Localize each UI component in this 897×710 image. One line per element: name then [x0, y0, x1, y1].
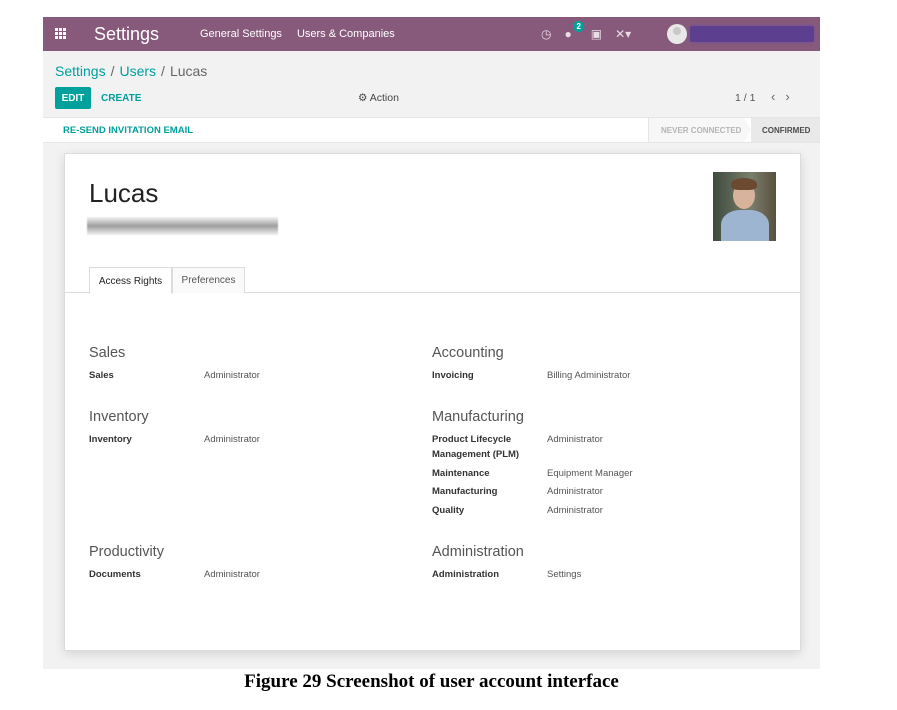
top-navbar: Settings General Settings Users & Compan… [43, 17, 820, 51]
field-label-quality: Quality [432, 505, 465, 516]
field-value-maintenance[interactable]: Equipment Manager [547, 468, 633, 479]
breadcrumb: Settings / Users / Lucas [55, 63, 208, 79]
field-value-sales[interactable]: Administrator [204, 370, 260, 381]
action-label: Action [369, 92, 399, 104]
apps-grid-icon[interactable] [55, 28, 68, 40]
group-title-inventory: Inventory [89, 409, 149, 425]
field-label-invoicing: Invoicing [432, 370, 474, 381]
breadcrumb-users[interactable]: Users [119, 63, 156, 79]
group-title-manufacturing: Manufacturing [432, 409, 524, 425]
user-photo[interactable] [713, 172, 776, 241]
field-label-maintenance: Maintenance [432, 468, 490, 479]
field-label-inventory: Inventory [89, 434, 132, 445]
menu-general-settings[interactable]: General Settings [200, 28, 282, 40]
form-tabs: Access Rights Preferences [65, 267, 800, 294]
chevron-right-icon[interactable]: › [785, 89, 789, 104]
figure-caption: Figure 29 Screenshot of user account int… [244, 671, 619, 692]
pager-arrows: ‹ › [771, 89, 790, 104]
menu-users-companies[interactable]: Users & Companies [297, 28, 395, 40]
action-dropdown[interactable]: ⚙ Action [358, 92, 399, 104]
edit-button[interactable]: EDIT [55, 87, 91, 109]
group-title-productivity: Productivity [89, 544, 164, 560]
gear-icon: ⚙ [358, 92, 370, 104]
stage-never-connected[interactable]: NEVER CONNECTED [648, 118, 744, 142]
field-value-documents[interactable]: Administrator [204, 569, 260, 580]
app-window: Settings General Settings Users & Compan… [43, 17, 820, 669]
form-statusbar: RE-SEND INVITATION EMAIL NEVER CONNECTED… [43, 117, 820, 143]
field-value-inventory[interactable]: Administrator [204, 434, 260, 445]
field-label-manufacturing: Manufacturing [432, 486, 498, 497]
app-title: Settings [94, 24, 160, 44]
field-label-administration: Administration [432, 569, 500, 580]
systray: ◷ ● 2 ▣ ✕▾ [541, 17, 644, 51]
resend-invitation-button[interactable]: RE-SEND INVITATION EMAIL [63, 125, 193, 136]
group-title-administration: Administration [432, 544, 524, 560]
field-label-documents: Documents [89, 569, 141, 580]
field-label-sales: Sales [89, 370, 114, 381]
chevron-left-icon[interactable]: ‹ [771, 89, 775, 104]
clock-icon[interactable]: ◷ [541, 27, 551, 41]
tab-preferences[interactable]: Preferences [172, 267, 245, 293]
tab-access-rights[interactable]: Access Rights [89, 267, 172, 294]
top-menu: General Settings Users & Companies [200, 28, 395, 40]
group-title-accounting: Accounting [432, 345, 504, 361]
user-avatar[interactable] [667, 24, 687, 44]
messages-badge: 2 [573, 21, 584, 32]
field-value-manufacturing[interactable]: Administrator [547, 486, 603, 497]
create-button[interactable]: CREATE [101, 93, 141, 104]
breadcrumb-current: Lucas [169, 63, 208, 79]
gift-icon[interactable]: ▣ [591, 27, 602, 41]
field-value-administration[interactable]: Settings [547, 569, 581, 580]
breadcrumb-settings[interactable]: Settings [55, 63, 106, 79]
field-value-quality[interactable]: Administrator [547, 505, 603, 516]
form-sheet: Lucas Access Rights Preferences Sales Sa… [64, 153, 801, 651]
group-title-sales: Sales [89, 345, 126, 361]
stage-separator [744, 118, 751, 142]
debug-tools-icon[interactable]: ✕▾ [615, 27, 631, 41]
login-redacted [87, 217, 278, 235]
user-name-title[interactable]: Lucas [89, 178, 158, 209]
field-value-invoicing[interactable]: Billing Administrator [547, 370, 630, 381]
field-label-plm: Product Lifecycle Management (PLM) [432, 434, 520, 460]
field-value-plm[interactable]: Administrator [547, 434, 603, 445]
user-menu-redacted[interactable] [690, 26, 814, 42]
chat-icon[interactable]: ● 2 [564, 21, 584, 41]
stage-confirmed[interactable]: CONFIRMED [751, 118, 820, 142]
pager-value[interactable]: 1 / 1 [735, 92, 755, 104]
